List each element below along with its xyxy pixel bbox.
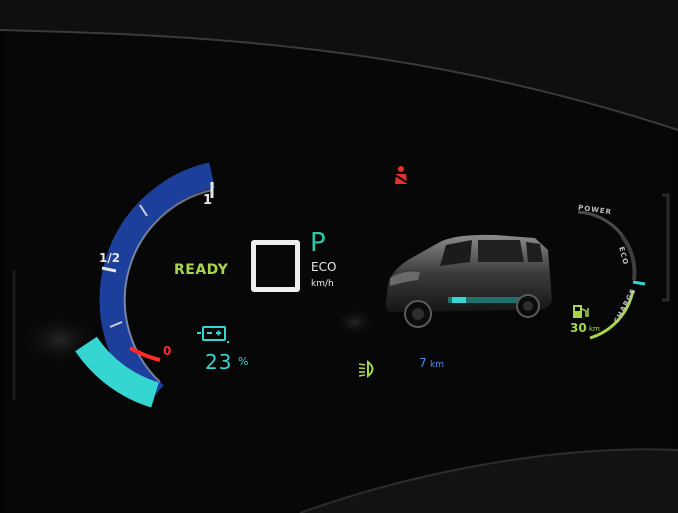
low-beam-headlight-icon	[358, 359, 374, 379]
top-bezel	[0, 0, 678, 130]
trip-range-value: 7	[419, 356, 427, 370]
battery-scale-full-label: 1	[203, 193, 213, 208]
electric-range-value: 30	[570, 321, 587, 335]
power-meter-needle	[632, 280, 646, 286]
vehicle-illustration	[385, 234, 552, 328]
right-bezel-edge	[662, 193, 670, 302]
seatbelt-warning-icon	[394, 166, 409, 184]
speed-unit-label: km/h	[311, 279, 334, 289]
battery-scale-empty-label: 0	[163, 344, 172, 358]
battery-scale-half-label: 1/2	[99, 251, 121, 265]
battery-gauge-outer-band	[99, 162, 216, 405]
speed-display	[251, 240, 300, 292]
ready-indicator: READY	[174, 262, 229, 278]
reflection-glow	[333, 306, 377, 338]
power-meter-arc	[577, 210, 637, 281]
gear-indicator: P	[310, 228, 326, 258]
battery-percent-symbol: %	[238, 355, 249, 368]
battery-percent-value: 23	[205, 350, 233, 374]
battery-icon	[197, 326, 229, 343]
drive-mode-label: ECO	[311, 260, 337, 274]
fuel-pump-icon	[573, 305, 589, 318]
electric-range-unit: km	[589, 325, 600, 333]
bottom-bezel	[300, 449, 678, 513]
trip-range-unit: km	[430, 360, 444, 370]
